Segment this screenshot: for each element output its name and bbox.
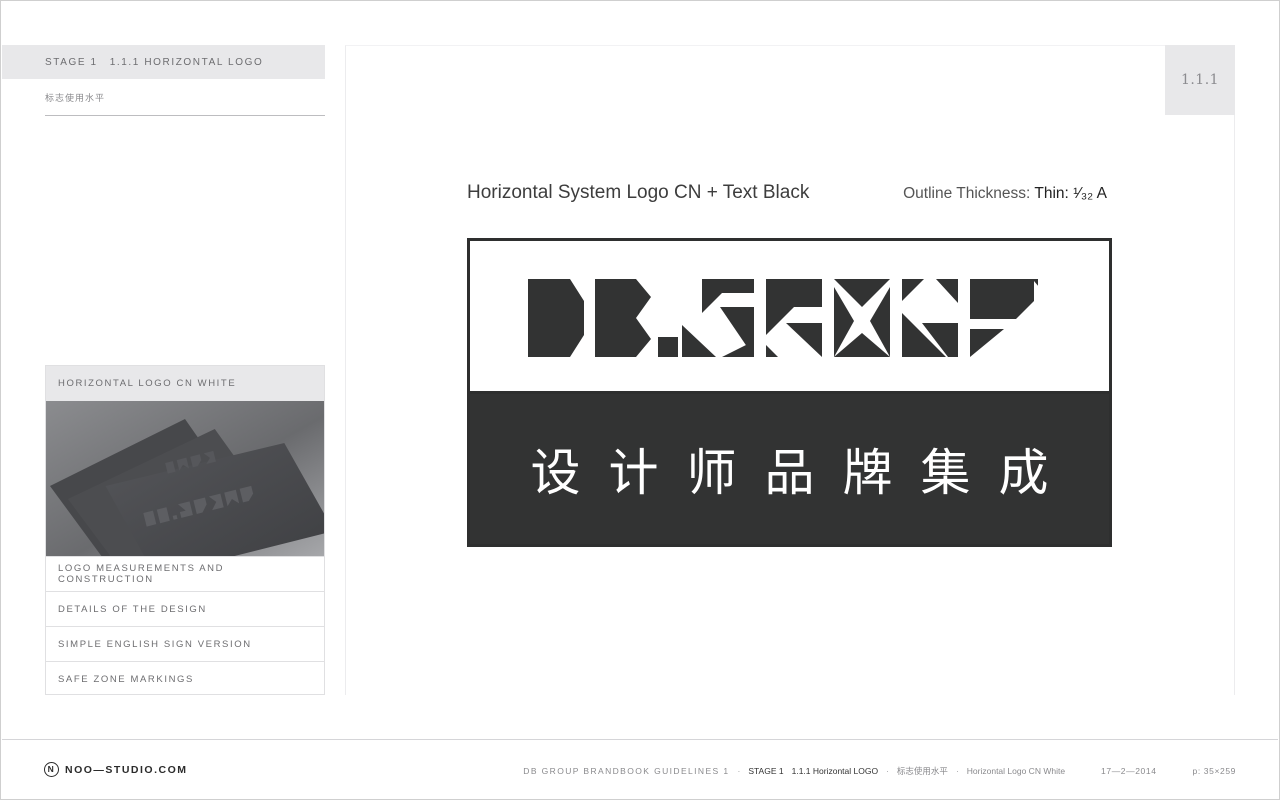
logo-chinese-text: 设计师品牌集成 [530,444,1077,502]
footer-breadcrumb: DB GROUP BRANDBOOK GUIDELINES 1 · STAGE … [523,765,1236,777]
logo-caption: Horizontal System Logo CN + Text Black [467,182,810,203]
link-english-sign-version[interactable]: SIMPLE ENGLISH SIGN VERSION [46,626,324,661]
horizontal-logo: 设计师品牌集成 [467,238,1112,547]
db-group-wordmark-logo [528,279,1044,357]
sidebar-divider [45,115,325,116]
noo-studio-logo-icon: N [44,762,59,777]
sidebar-section-header[interactable]: STAGE 1 1.1.1 HORIZONTAL LOGO [2,45,325,79]
related-pages-list: LOGO MEASUREMENTS AND CONSTRUCTION DETAI… [46,556,324,696]
footer-separator: · [955,766,959,776]
footer-stage[interactable]: STAGE 1 [748,766,783,776]
link-safe-zone-markings[interactable]: SAFE ZONE MARKINGS [46,661,324,696]
logo-chinese-band: 设计师品牌集成 [470,391,1109,544]
thumbnail-title[interactable]: HORIZONTAL LOGO CN WHITE [46,366,324,401]
footer-divider [2,739,1278,740]
studio-brand-link[interactable]: N NOO—STUDIO.COM [44,762,188,777]
link-logo-measurements[interactable]: LOGO MEASUREMENTS AND CONSTRUCTION [46,556,324,591]
footer-thumb-title: Horizontal Logo CN White [966,766,1066,776]
footer-separator: · [886,766,889,776]
footer-subtitle-cn: 标志使用水平 [896,766,948,776]
sidebar-subtitle: 标志使用水平 [45,93,106,103]
footer-page-number: p: 35×259 [1192,766,1236,776]
footer-date: 17—2—2014 [1101,766,1157,776]
related-pages-card: HORIZONTAL LOGO CN WHITE LOGO MEASUREMEN… [45,365,325,695]
business-cards-thumbnail[interactable] [46,401,324,556]
thickness-label: Outline Thickness: [903,185,1031,202]
footer-separator: · [737,766,741,776]
stage-label: STAGE 1 [45,56,98,68]
page-number-badge: 1.1.1 [1165,45,1235,115]
link-design-details[interactable]: DETAILS OF THE DESIGN [46,591,324,626]
studio-brand-text: NOO—STUDIO.COM [65,763,188,776]
footer-guidelines[interactable]: DB GROUP BRANDBOOK GUIDELINES 1 [523,766,729,776]
thickness-value: Thin: ¹⁄₃₂ A [1034,185,1107,202]
logo-wordmark-area [470,241,1109,391]
outline-thickness: Outline Thickness: Thin: ¹⁄₃₂ A [903,185,1107,203]
section-label: 1.1.1 HORIZONTAL LOGO [109,56,264,68]
footer-section[interactable]: 1.1.1 Horizontal LOGO [792,766,878,776]
